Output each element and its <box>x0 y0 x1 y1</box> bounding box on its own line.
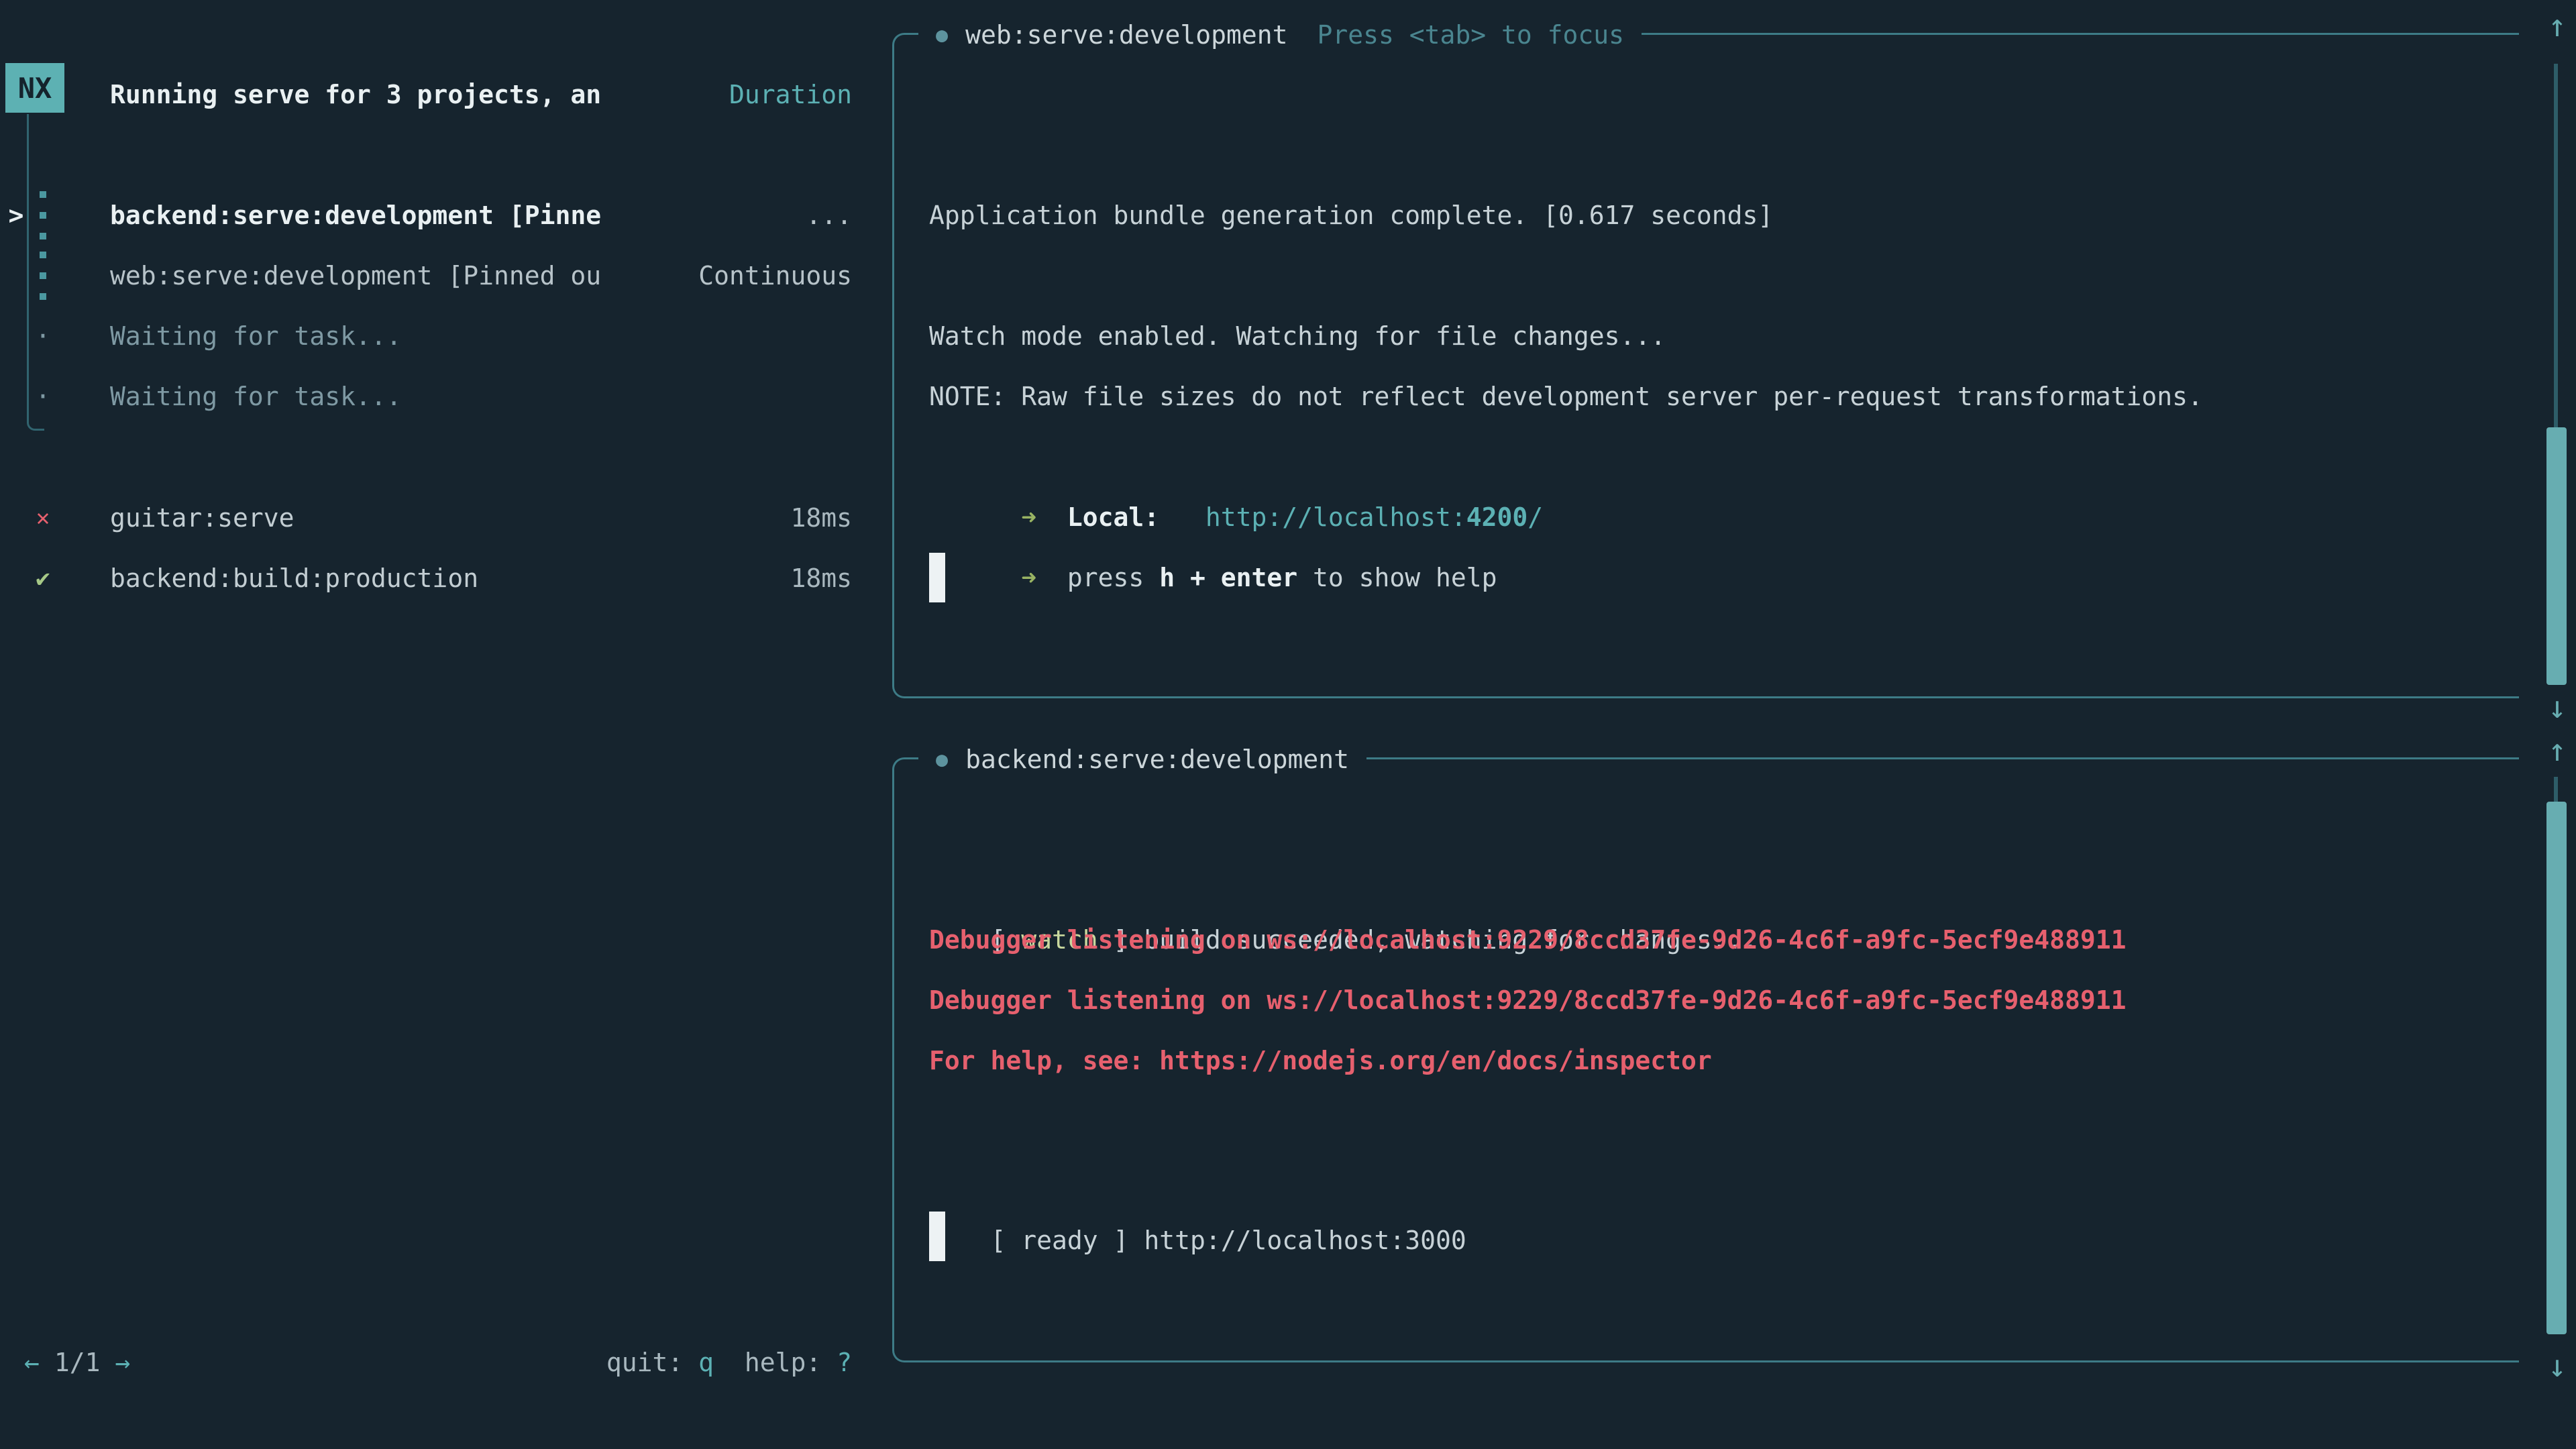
terminal-cursor-block <box>929 1212 945 1261</box>
scrollbar-thumb[interactable] <box>2546 802 2567 1334</box>
scroll-down-icon[interactable]: ↓ <box>2541 690 2573 724</box>
panel-title-text: web:serve:development <box>965 20 1287 50</box>
panel-header: ● backend:serve:development <box>918 741 1366 778</box>
help-hint-key: ? <box>837 1348 852 1377</box>
sidebar-title: Running serve for 3 projects, an <box>110 64 601 125</box>
task-sidebar: NX Running serve for 3 projects, an Dura… <box>0 0 892 1449</box>
panel-header: ● web:serve:development Press <tab> to f… <box>918 16 1642 54</box>
panel-backend-serve-development: ● backend:serve:development [ watch ] bu… <box>892 757 2519 1362</box>
task-meta: Continuous <box>698 246 852 306</box>
keyboard-hints: quit: q help: ? <box>606 1332 852 1393</box>
task-label: Waiting for task... <box>110 366 402 427</box>
panel-title-text: backend:serve:development <box>965 745 1349 774</box>
help-keys: h + enter <box>1159 563 1297 592</box>
scroll-up-icon[interactable]: ↑ <box>2541 8 2573 43</box>
task-row-backend-serve[interactable]: backend:serve:development [Pinne ... <box>0 185 892 246</box>
ready-tag: ready <box>1021 1226 1097 1255</box>
bracket-open: [ <box>991 1226 1022 1255</box>
task-row-web-serve[interactable]: web:serve:development [Pinned ou Continu… <box>0 246 892 306</box>
task-duration: 18ms <box>790 548 852 608</box>
focus-hint: Press <tab> to focus <box>1318 20 1625 50</box>
task-row-guitar-serve[interactable]: ✕ guitar:serve 18ms <box>0 488 892 548</box>
log-line-ready: [ ready ] http://localhost:3000 <box>929 1150 1466 1210</box>
braille-spinner-icon <box>30 185 56 246</box>
sidebar-header: Running serve for 3 projects, an Duratio… <box>0 64 892 125</box>
help-pre: press <box>1067 563 1159 592</box>
arrow-icon: ➜ <box>991 563 1067 592</box>
log-line-watch-tag: [ watch ] build succeeded, watching for … <box>929 849 1758 910</box>
log-line-note: NOTE: Raw file sizes do not reflect deve… <box>929 366 2203 427</box>
task-status-dot-icon: ● <box>936 748 948 771</box>
page-number: 1/1 <box>54 1348 101 1377</box>
task-status-dot-icon: ● <box>936 23 948 47</box>
failed-x-icon: ✕ <box>30 488 56 548</box>
task-duration: 18ms <box>790 488 852 548</box>
help-post: to show help <box>1297 563 1497 592</box>
task-label: guitar:serve <box>110 488 294 548</box>
log-line-debugger-1: Debugger listening on ws://localhost:922… <box>929 910 2126 970</box>
panel-web-serve-development: ● web:serve:development Press <tab> to f… <box>892 33 2519 698</box>
bracket-close: ] <box>1098 1226 1129 1255</box>
task-meta: ... <box>806 185 852 246</box>
task-label: backend:build:production <box>110 548 478 608</box>
scrollbar-track[interactable] <box>2554 777 2558 802</box>
quit-hint-key: q <box>698 1348 714 1377</box>
waiting-dot-icon: · <box>30 366 56 427</box>
ready-url: http://localhost:3000 <box>1128 1226 1466 1255</box>
braille-spinner-icon <box>30 246 56 306</box>
log-line-debugger-2: Debugger listening on ws://localhost:922… <box>929 970 2126 1030</box>
scrollbar-track[interactable] <box>2554 64 2558 427</box>
task-row-backend-build[interactable]: ✔ backend:build:production 18ms <box>0 548 892 608</box>
next-page-arrow-icon[interactable]: → <box>115 1348 131 1377</box>
scroll-down-icon[interactable]: ↓ <box>2541 1348 2573 1383</box>
success-check-icon: ✔ <box>30 548 56 608</box>
prev-page-arrow-icon[interactable]: ← <box>24 1348 40 1377</box>
page-indicator: ← 1/1 → <box>24 1332 130 1393</box>
log-line-help-hint: ➜ press h + enter to show help <box>929 487 1497 547</box>
scrollbar-thumb[interactable] <box>2546 427 2567 685</box>
help-hint-label: help: <box>745 1348 837 1377</box>
task-label: web:serve:development [Pinned ou <box>110 246 601 306</box>
task-row-waiting-1[interactable]: · Waiting for task... <box>0 306 892 366</box>
terminal-cursor-block <box>929 553 945 602</box>
waiting-dot-icon: · <box>30 306 56 366</box>
log-line-bundle-complete: Application bundle generation complete. … <box>929 185 1773 246</box>
task-row-waiting-2[interactable]: · Waiting for task... <box>0 366 892 427</box>
task-label: Waiting for task... <box>110 306 402 366</box>
log-line-watch-mode: Watch mode enabled. Watching for file ch… <box>929 306 1666 366</box>
duration-column-label: Duration <box>729 64 852 125</box>
log-line-inspector-help: For help, see: https://nodejs.org/en/doc… <box>929 1030 1712 1091</box>
log-line-local-url: ➜ Local: http://localhost:4200/ <box>929 427 1543 487</box>
scroll-up-icon[interactable]: ↑ <box>2541 733 2573 767</box>
task-label: backend:serve:development [Pinne <box>110 185 601 246</box>
quit-hint-label: quit: <box>606 1348 698 1377</box>
hint-separator <box>714 1348 745 1377</box>
